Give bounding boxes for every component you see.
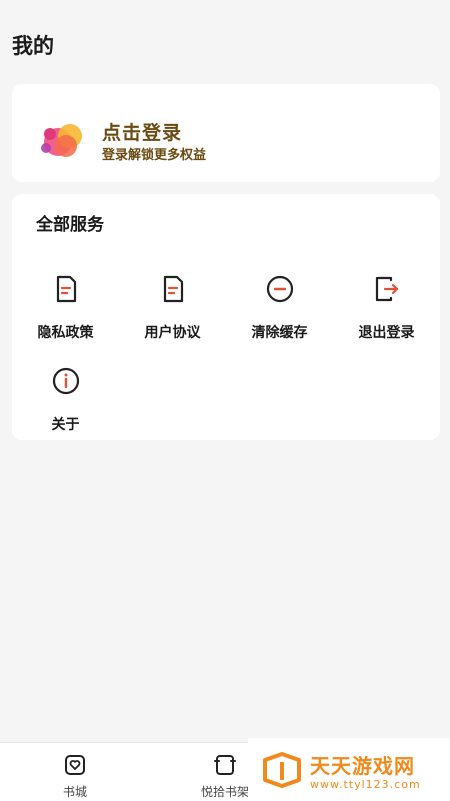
watermark: 天天游戏网 www.ttyl123.com [248,738,450,800]
watermark-text: 天天游戏网 [310,754,415,778]
login-subtitle: 登录解锁更多权益 [102,148,207,163]
info-circle-icon [52,367,79,395]
logout-label: 退出登录 [358,325,415,341]
bookstore-heart-icon [65,755,85,775]
privacy-policy-label: 隐私政策 [37,325,94,341]
user-agreement-label: 用户协议 [144,325,201,341]
services-title: 全部服务 [36,215,104,235]
privacy-policy-button[interactable]: 隐私政策 [12,274,119,342]
about-button[interactable]: 关于 [12,366,119,434]
logout-icon [375,276,398,302]
avatar [41,124,82,157]
nav-item-bookstore[interactable]: 书城 [30,753,120,800]
login-title[interactable]: 点击登录 [102,118,182,145]
login-card[interactable]: 点击登录 登录解锁更多权益 [12,84,440,182]
minus-circle-icon [266,275,293,303]
page-title: 我的 [12,34,54,58]
services-card: 全部服务 隐私政策 用户协议 清除缓存 退出登录 关于 [12,194,440,440]
logout-button[interactable]: 退出登录 [333,274,440,342]
clear-cache-button[interactable]: 清除缓存 [226,274,333,342]
bookshelf-icon [214,755,236,775]
about-label: 关于 [51,417,80,433]
watermark-logo-icon [263,752,301,788]
clear-cache-label: 清除缓存 [251,325,308,341]
watermark-url: www.ttyl123.com [310,778,421,791]
nav-label-bookstore: 书城 [62,785,87,799]
user-agreement-button[interactable]: 用户协议 [119,274,226,342]
document-icon [163,275,183,303]
document-icon [56,275,76,303]
